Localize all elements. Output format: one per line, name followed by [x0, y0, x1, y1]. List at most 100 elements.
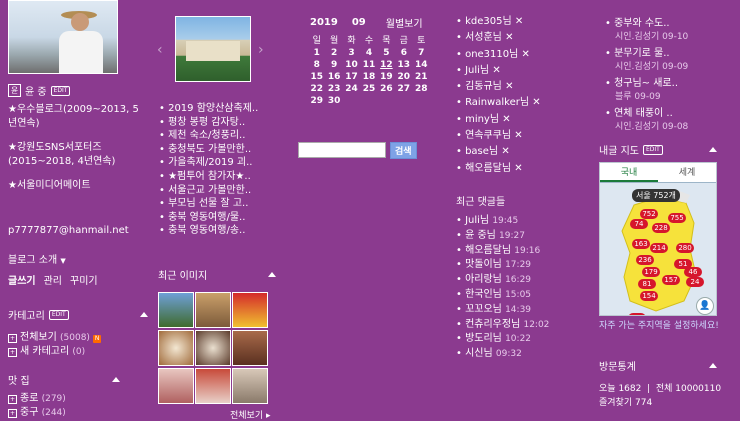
category-item-all[interactable]: + 전체보기 (5008) N: [8, 331, 148, 345]
category-toggle-icon[interactable]: [140, 312, 148, 317]
calendar-day[interactable]: 13: [395, 59, 412, 71]
calendar-day[interactable]: 9: [325, 59, 342, 71]
category-item-new[interactable]: + 새 카테고리 (0): [8, 345, 148, 359]
recent-comment-item[interactable]: • 시신님 09:32: [456, 347, 549, 362]
visitors-toggle-icon[interactable]: [709, 363, 717, 368]
calendar-day[interactable]: 30: [325, 95, 342, 107]
calendar-day[interactable]: 15: [308, 71, 325, 83]
recent-comment-item[interactable]: • 맛돌이님 17:29: [456, 258, 549, 273]
search-button[interactable]: 검색: [390, 142, 417, 159]
neighbor-item[interactable]: • Juli님 ✕: [456, 63, 541, 79]
map-footer-link[interactable]: 자주 가는 주지역을 설정하세요!: [599, 318, 719, 331]
recent-post-item[interactable]: • 평창 봉평 감자탕..: [159, 116, 273, 130]
map-pin[interactable]: 752: [640, 209, 658, 219]
recent-post-item[interactable]: • 서울근교 가볼만한..: [159, 184, 273, 198]
recent-comment-item[interactable]: • 한국인님 15:05: [456, 288, 549, 303]
remove-icon[interactable]: ✕: [492, 65, 500, 76]
map-pin[interactable]: 154: [640, 291, 658, 301]
map-pin[interactable]: 280: [676, 243, 694, 253]
profile-photo[interactable]: [8, 0, 118, 74]
map-pin[interactable]: 81: [638, 279, 656, 289]
tastes-item-junggu[interactable]: + 중구 (244): [8, 406, 120, 420]
write-button[interactable]: 글쓰기: [8, 272, 36, 287]
recent-image-thumb[interactable]: [232, 330, 268, 366]
guestbook-item[interactable]: • 중부와 수도.. 시인.김성기 09-10: [605, 14, 735, 42]
recent-image-thumb[interactable]: [232, 292, 268, 328]
calendar-day[interactable]: 3: [343, 47, 360, 59]
recent-image-thumb[interactable]: [158, 368, 194, 404]
next-arrow-icon[interactable]: ›: [258, 42, 264, 58]
remove-icon[interactable]: ✕: [532, 97, 540, 108]
guestbook-item[interactable]: • 청구님~ 새로.. 블루 09-09: [605, 74, 735, 102]
remove-icon[interactable]: ✕: [502, 114, 510, 125]
calendar-day[interactable]: 5: [378, 47, 395, 59]
recent-image-thumb[interactable]: [158, 292, 194, 328]
remove-icon[interactable]: ✕: [514, 130, 522, 141]
calendar-day[interactable]: 29: [308, 95, 325, 107]
recent-post-item[interactable]: • 2019 함양산삼축제..: [159, 102, 273, 116]
remove-icon[interactable]: ✕: [501, 146, 509, 157]
recent-image-thumb[interactable]: [195, 368, 231, 404]
calendar-day[interactable]: 4: [360, 47, 377, 59]
calendar-month[interactable]: 09: [352, 17, 366, 28]
calendar-day[interactable]: 14: [413, 59, 430, 71]
neighbor-item[interactable]: • miny님 ✕: [456, 112, 541, 128]
neighbor-item[interactable]: • 해오름달님 ✕: [456, 161, 541, 177]
recent-post-item[interactable]: • 충북 영동여행/물..: [159, 211, 273, 225]
calendar-day[interactable]: 21: [413, 71, 430, 83]
calendar-day[interactable]: 22: [308, 83, 325, 95]
monthly-view-link[interactable]: 월별보기: [386, 15, 423, 30]
calendar-day[interactable]: 18: [360, 71, 377, 83]
map-pin[interactable]: 74: [630, 219, 648, 229]
calendar-day[interactable]: 26: [378, 83, 395, 95]
recent-image-thumb[interactable]: [158, 330, 194, 366]
guestbook-item[interactable]: • 연체 태풍이 .. 시인.김성기 09-08: [605, 104, 735, 132]
prev-arrow-icon[interactable]: ‹: [157, 42, 163, 58]
calendar-day[interactable]: 28: [413, 83, 430, 95]
map-pin[interactable]: 46: [684, 267, 702, 277]
profile-edit-button[interactable]: EDIT: [50, 85, 71, 96]
remove-icon[interactable]: ✕: [515, 16, 523, 27]
recent-post-item[interactable]: • 부모님 선물 잘 고..: [159, 197, 273, 211]
remove-icon[interactable]: ✕: [505, 32, 513, 43]
blog-intro-link[interactable]: 블로그 소개 ▼: [8, 251, 66, 266]
map-toggle-icon[interactable]: [709, 147, 717, 152]
calendar-day[interactable]: 17: [343, 71, 360, 83]
tastes-item-jongno[interactable]: + 종로 (279): [8, 392, 120, 406]
recent-image-thumb[interactable]: [195, 292, 231, 328]
map-user-icon[interactable]: 👤: [696, 297, 714, 315]
calendar-day[interactable]: 16: [325, 71, 342, 83]
calendar-day[interactable]: 8: [308, 59, 325, 71]
calendar-day[interactable]: 7: [413, 47, 430, 59]
featured-post-image[interactable]: [175, 16, 251, 82]
recent-comment-item[interactable]: • 방도리님 10:22: [456, 332, 549, 347]
recent-images-toggle-icon[interactable]: [268, 272, 276, 277]
remove-icon[interactable]: ✕: [522, 49, 530, 60]
remove-icon[interactable]: ✕: [514, 163, 522, 174]
map-pin[interactable]: 24: [686, 277, 704, 287]
recent-comment-item[interactable]: • Juli님 19:45: [456, 214, 549, 229]
calendar-day[interactable]: 6: [395, 47, 412, 59]
neighbor-item[interactable]: • one3110님 ✕: [456, 47, 541, 63]
profile-email[interactable]: p7777877@hanmail.net: [8, 225, 129, 236]
recent-post-item[interactable]: • 충북 영동여행/송..: [159, 224, 273, 238]
recent-image-thumb[interactable]: [195, 330, 231, 366]
map-pin[interactable]: 179: [642, 267, 660, 277]
recent-comment-item[interactable]: • 윤 중님 19:27: [456, 229, 549, 244]
neighbor-item[interactable]: • 김동규님 ✕: [456, 79, 541, 95]
map-pin[interactable]: 236: [636, 255, 654, 265]
recent-post-item[interactable]: • 가을축제/2019 괴..: [159, 156, 273, 170]
map-tab-domestic[interactable]: 국내: [600, 163, 658, 182]
tastes-toggle-icon[interactable]: [112, 377, 120, 382]
view-all-images-link[interactable]: 전체보기 ▸: [230, 408, 271, 421]
search-input[interactable]: [298, 142, 386, 158]
map-pin[interactable]: 163: [632, 239, 650, 249]
recent-post-item[interactable]: • ★펌투어 참가자★..: [159, 170, 273, 184]
neighbor-item[interactable]: • base님 ✕: [456, 144, 541, 160]
guestbook-item[interactable]: • 분무기로 물.. 시인.김성기 09-09: [605, 44, 735, 72]
remove-icon[interactable]: ✕: [505, 81, 513, 92]
map-pin[interactable]: 755: [668, 213, 686, 223]
recent-comment-item[interactable]: • 컨츄리우정님 12:02: [456, 318, 549, 333]
recent-post-item[interactable]: • 충청북도 가볼만한..: [159, 143, 273, 157]
calendar-day-today[interactable]: 12: [378, 59, 395, 71]
